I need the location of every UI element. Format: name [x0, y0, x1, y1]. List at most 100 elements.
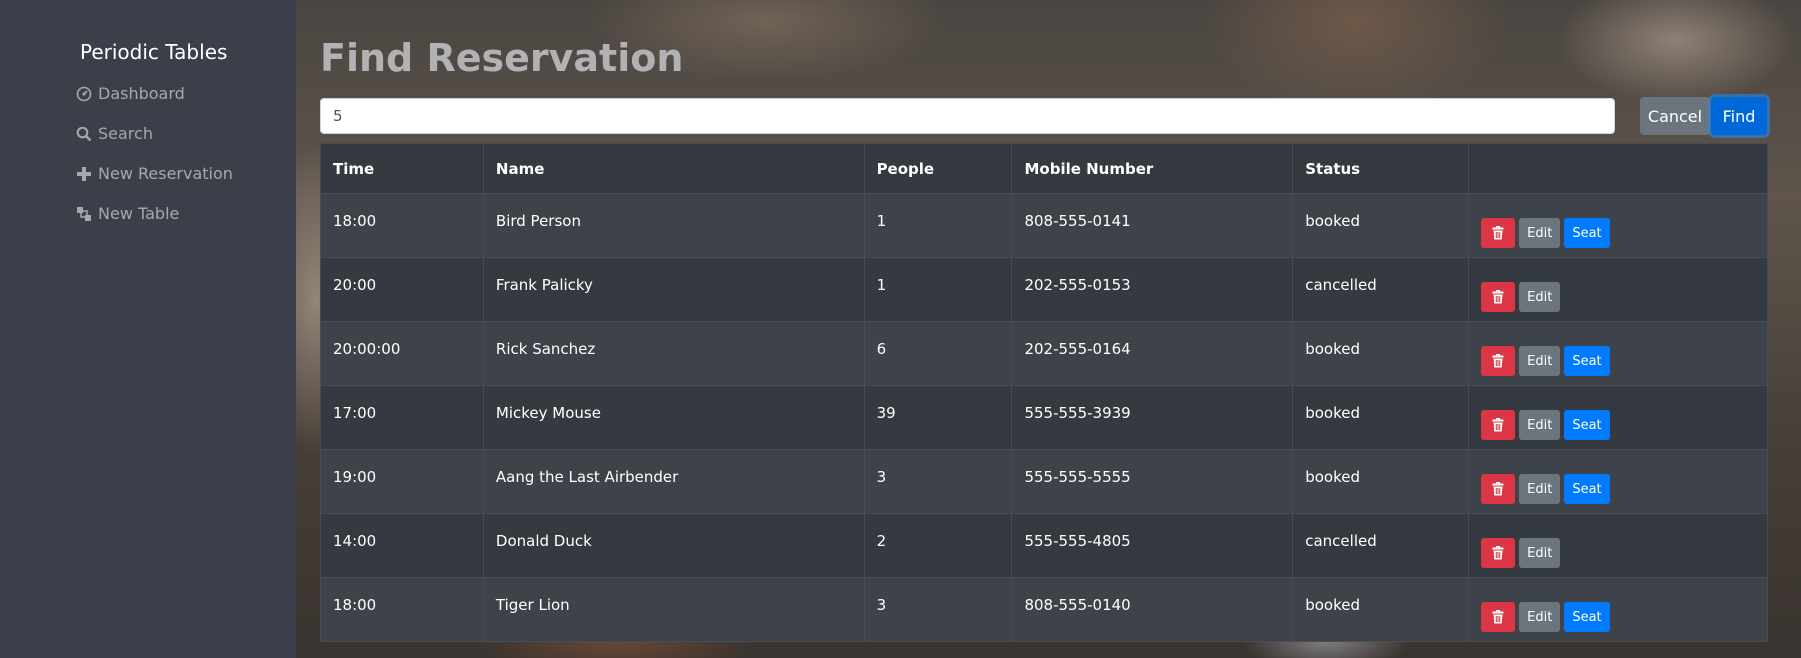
- cell-actions: Edit Seat: [1468, 449, 1768, 514]
- cell-time: 18:00: [320, 193, 484, 258]
- search-icon: [76, 126, 92, 142]
- cell-mobile: 202-555-0164: [1011, 321, 1294, 386]
- header-time: Time: [320, 143, 484, 194]
- edit-button[interactable]: Edit: [1519, 602, 1561, 632]
- cell-people: 3: [863, 449, 1013, 514]
- nav-dashboard[interactable]: Dashboard: [76, 84, 185, 103]
- trash-icon: [1492, 482, 1504, 496]
- cell-name: Tiger Lion: [482, 577, 865, 642]
- nav-new-table-label: New Table: [98, 204, 180, 223]
- seat-button[interactable]: Seat: [1564, 410, 1610, 440]
- cell-people: 1: [863, 257, 1013, 322]
- cell-time: 17:00: [320, 385, 484, 450]
- reservations-table: Time Name People Mobile Number Status 18…: [320, 143, 1768, 642]
- cell-mobile: 808-555-0140: [1011, 577, 1294, 642]
- cell-mobile: 555-555-5555: [1011, 449, 1294, 514]
- cell-status: cancelled: [1292, 513, 1470, 578]
- header-name: Name: [482, 143, 865, 194]
- nav-dashboard-label: Dashboard: [98, 84, 185, 103]
- page-title: Find Reservation: [320, 36, 684, 80]
- edit-button[interactable]: Edit: [1519, 346, 1561, 376]
- cell-name: Donald Duck: [482, 513, 865, 578]
- delete-button[interactable]: [1481, 474, 1516, 504]
- edit-button[interactable]: Edit: [1519, 474, 1561, 504]
- table-row: 20:00 Frank Palicky 1 202-555-0153 cancelled…: [320, 257, 1768, 322]
- edit-button[interactable]: Edit: [1519, 538, 1561, 568]
- cell-actions: Edit: [1468, 257, 1768, 322]
- table-row: 18:00 Tiger Lion 3 808-555-0140 booked Edit Se…: [320, 577, 1768, 642]
- cell-time: 20:00:00: [320, 321, 484, 386]
- header-mobile: Mobile Number: [1011, 143, 1294, 194]
- cell-time: 20:00: [320, 257, 484, 322]
- cell-mobile: 555-555-4805: [1011, 513, 1294, 578]
- plus-icon: [76, 166, 92, 182]
- sidebar: Periodic Tables Dashboard Search New Res…: [0, 0, 296, 658]
- nav-search[interactable]: Search: [76, 124, 153, 143]
- table-icon: [76, 206, 92, 222]
- nav-new-reservation-label: New Reservation: [98, 164, 233, 183]
- delete-button[interactable]: [1481, 602, 1516, 632]
- cell-status: booked: [1292, 321, 1470, 386]
- edit-button[interactable]: Edit: [1519, 282, 1561, 312]
- seat-button[interactable]: Seat: [1564, 474, 1610, 504]
- cell-status: booked: [1292, 385, 1470, 450]
- table-row: 14:00 Donald Duck 2 555-555-4805 cancelled Ed…: [320, 513, 1768, 578]
- delete-button[interactable]: [1481, 346, 1516, 376]
- delete-button[interactable]: [1481, 538, 1516, 568]
- seat-button[interactable]: Seat: [1564, 346, 1610, 376]
- table-row: 17:00 Mickey Mouse 39 555-555-3939 booked Edi…: [320, 385, 1768, 450]
- trash-icon: [1492, 290, 1504, 304]
- table-row: 20:00:00 Rick Sanchez 6 202-555-0164 booked E…: [320, 321, 1768, 386]
- cell-name: Aang the Last Airbender: [482, 449, 865, 514]
- brand-title[interactable]: Periodic Tables: [80, 40, 227, 64]
- table-header-row: Time Name People Mobile Number Status: [320, 143, 1768, 194]
- trash-icon: [1492, 418, 1504, 432]
- cell-time: 19:00: [320, 449, 484, 514]
- seat-button[interactable]: Seat: [1564, 218, 1610, 248]
- header-people: People: [863, 143, 1013, 194]
- cell-time: 18:00: [320, 577, 484, 642]
- table-row: 19:00 Aang the Last Airbender 3 555-555-555…: [320, 449, 1768, 514]
- header-actions: [1468, 143, 1768, 194]
- cell-status: booked: [1292, 193, 1470, 258]
- cell-actions: Edit Seat: [1468, 577, 1768, 642]
- cell-people: 2: [863, 513, 1013, 578]
- cancel-button[interactable]: Cancel: [1640, 97, 1710, 135]
- cell-status: booked: [1292, 449, 1470, 514]
- edit-button[interactable]: Edit: [1519, 218, 1561, 248]
- cell-mobile: 555-555-3939: [1011, 385, 1294, 450]
- trash-icon: [1492, 226, 1504, 240]
- nav-new-table[interactable]: New Table: [76, 204, 179, 223]
- nav-new-reservation[interactable]: New Reservation: [76, 164, 233, 183]
- trash-icon: [1492, 610, 1504, 624]
- cell-name: Mickey Mouse: [482, 385, 865, 450]
- cell-actions: Edit: [1468, 513, 1768, 578]
- cell-actions: Edit Seat: [1468, 385, 1768, 450]
- cell-mobile: 808-555-0141: [1011, 193, 1294, 258]
- dashboard-icon: [76, 86, 92, 102]
- cell-status: cancelled: [1292, 257, 1470, 322]
- cell-actions: Edit Seat: [1468, 321, 1768, 386]
- delete-button[interactable]: [1481, 218, 1516, 248]
- cell-actions: Edit Seat: [1468, 193, 1768, 258]
- cell-status: booked: [1292, 577, 1470, 642]
- nav-search-label: Search: [98, 124, 153, 143]
- cell-people: 39: [863, 385, 1013, 450]
- cell-people: 1: [863, 193, 1013, 258]
- find-button[interactable]: Find: [1711, 97, 1767, 135]
- trash-icon: [1492, 546, 1504, 560]
- seat-button[interactable]: Seat: [1564, 602, 1610, 632]
- cell-people: 3: [863, 577, 1013, 642]
- table-row: 18:00 Bird Person 1 808-555-0141 booked Edit S…: [320, 193, 1768, 258]
- mobile-search-input[interactable]: [320, 98, 1615, 134]
- cell-time: 14:00: [320, 513, 484, 578]
- edit-button[interactable]: Edit: [1519, 410, 1561, 440]
- delete-button[interactable]: [1481, 282, 1516, 312]
- cell-people: 6: [863, 321, 1013, 386]
- delete-button[interactable]: [1481, 410, 1516, 440]
- header-status: Status: [1292, 143, 1470, 194]
- cell-name: Rick Sanchez: [482, 321, 865, 386]
- cell-name: Bird Person: [482, 193, 865, 258]
- main-content: Find Reservation Cancel Find Time Name P…: [296, 0, 1801, 658]
- cell-name: Frank Palicky: [482, 257, 865, 322]
